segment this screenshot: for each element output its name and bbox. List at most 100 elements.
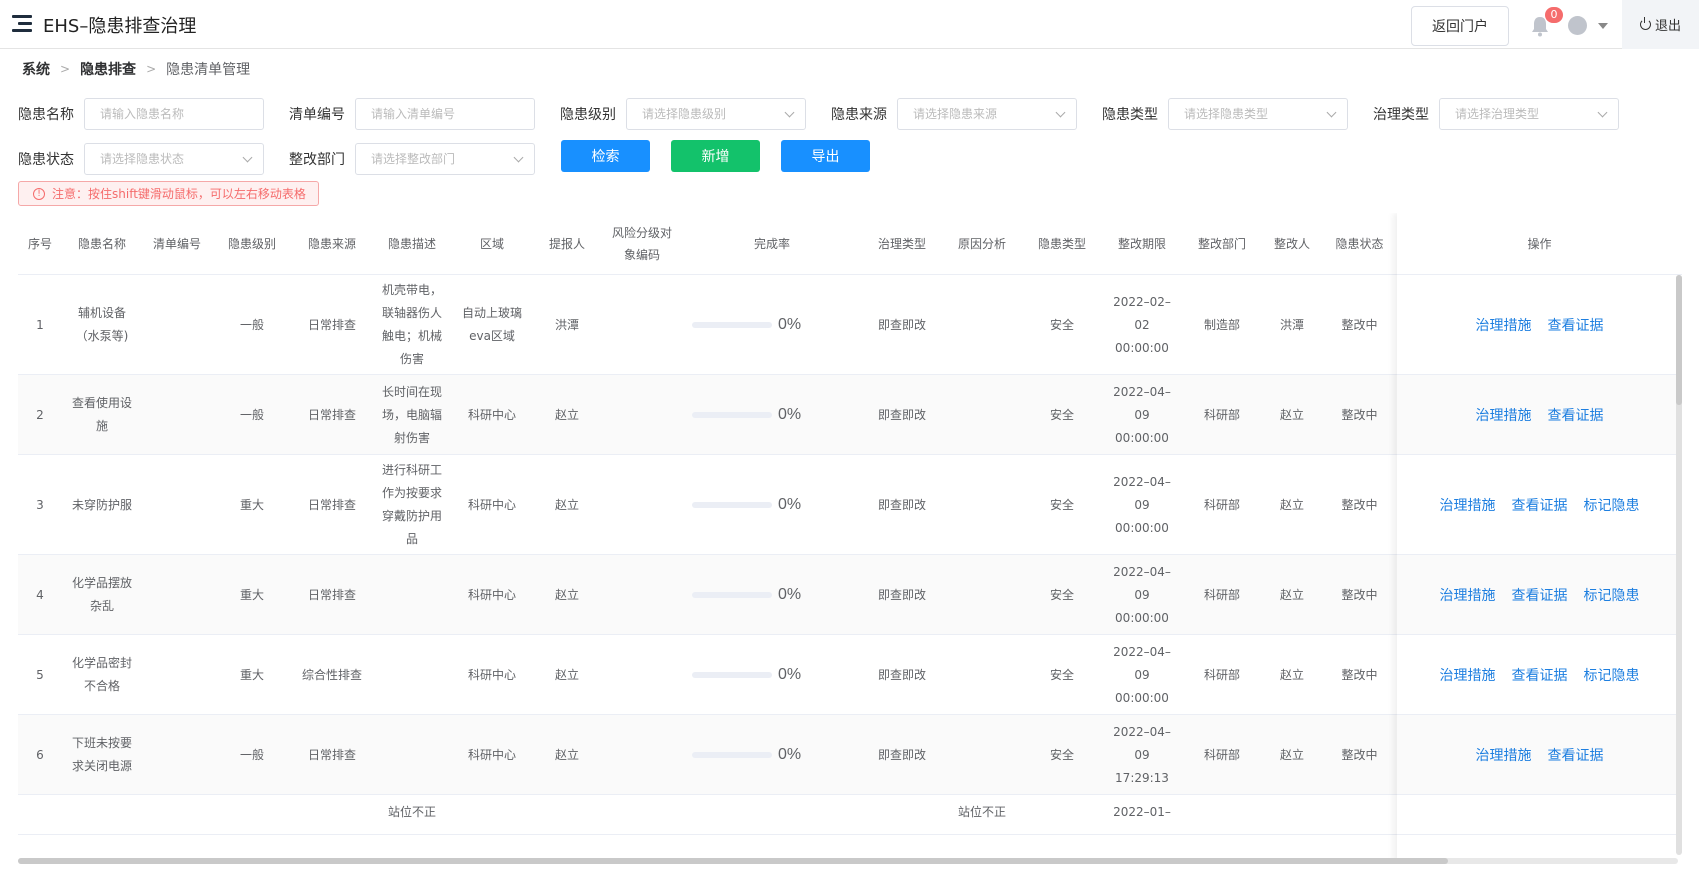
warning-icon: ! [33, 187, 45, 200]
chevron-down-icon [513, 152, 524, 163]
cell-area: 科研中心 [467, 497, 516, 512]
cell-person: 赵立 [1279, 587, 1304, 602]
add-button[interactable]: 新增 [671, 140, 760, 172]
column-header: 区域 [479, 237, 504, 251]
cell-level: 重大 [239, 667, 264, 682]
user-avatar-icon[interactable] [1568, 16, 1587, 35]
menu-toggle-icon[interactable] [12, 15, 32, 33]
logout-button[interactable]: 退出 [1622, 0, 1699, 49]
governance-type-placeholder: 请选择治理类型 [1455, 107, 1540, 121]
hazard-status-placeholder: 请选择隐患状态 [100, 152, 185, 166]
cell-code [602, 555, 682, 635]
column-header: 清单编号 [152, 237, 201, 251]
completion-progress: 0% [692, 555, 801, 635]
list-number-input[interactable]: 请输入清单编号 [355, 98, 535, 130]
cell-person: 赵立 [1279, 407, 1304, 422]
cell-deadline: 2022–01– [1113, 805, 1171, 819]
hazard-status-select[interactable]: 请选择隐患状态 [84, 143, 264, 175]
notice-text: 注意：按住shift键滑动鼠标，可以左右移动表格 [52, 187, 306, 201]
return-portal-button[interactable]: 返回门户 [1411, 6, 1509, 46]
cell-code [602, 375, 682, 455]
cell-level: 重大 [239, 497, 264, 512]
progress-bar [692, 752, 772, 758]
cell-no: 2 [36, 407, 44, 422]
cell-status: 整改中 [1341, 317, 1378, 332]
power-icon [1639, 17, 1651, 30]
cell-source: 日常排查 [307, 587, 356, 602]
cell-cause [942, 715, 1022, 795]
cell-level [212, 795, 292, 835]
hazard-type-placeholder: 请选择隐患类型 [1184, 107, 1269, 121]
cell-deadline: 2022–04–09 00:00:00 [1113, 644, 1171, 705]
cell-status: 整改中 [1341, 587, 1378, 602]
cell-type: 安全 [1049, 747, 1074, 762]
cell-person: 赵立 [1279, 667, 1304, 682]
column-header: 隐患描述 [387, 237, 436, 251]
vertical-scrollbar[interactable] [1676, 275, 1682, 855]
cell-list-no [142, 555, 212, 635]
column-header: 完成率 [753, 237, 790, 251]
hazard-name-input[interactable]: 请输入隐患名称 [84, 98, 264, 130]
cell-reporter: 赵立 [554, 407, 579, 422]
cell-status: 整改中 [1341, 407, 1378, 422]
cell-reporter: 赵立 [554, 587, 579, 602]
chevron-down-icon[interactable] [1598, 23, 1608, 29]
progress-bar [692, 412, 772, 418]
cell-gov: 即查即改 [877, 667, 926, 682]
hazard-level-select[interactable]: 请选择隐患级别 [626, 98, 806, 130]
breadcrumb-current: 隐患清单管理 [166, 62, 251, 78]
chevron-down-icon [1326, 107, 1337, 118]
column-header: 整改人 [1273, 237, 1310, 251]
cell-name: 化学品摆放杂乱 [71, 576, 132, 613]
cell-cause [942, 275, 1022, 375]
cell-cause: 站位不正 [957, 805, 1006, 819]
cell-desc [372, 635, 452, 715]
cell-dept: 科研部 [1203, 747, 1240, 762]
cell-list-no [142, 715, 212, 795]
cell-person [1262, 795, 1322, 835]
chevron-right-icon: > [146, 62, 157, 76]
progress-text: 0% [778, 496, 802, 513]
progress-text: 0% [778, 666, 802, 683]
cell-list-no [142, 375, 212, 455]
cell-no [18, 795, 62, 835]
chevron-down-icon [1597, 107, 1608, 118]
progress-text: 0% [778, 406, 802, 423]
cell-type: 安全 [1049, 317, 1074, 332]
cell-status: 整改中 [1341, 667, 1378, 682]
cell-desc: 站位不正 [387, 805, 436, 819]
filter-status-label: 隐患状态 [18, 152, 74, 168]
hazard-type-select[interactable]: 请选择隐患类型 [1168, 98, 1348, 130]
cell-dept [1182, 795, 1262, 835]
cell-status: 整改中 [1341, 747, 1378, 762]
cell-gov [862, 795, 942, 835]
breadcrumb-item[interactable]: 隐患排查 [80, 59, 136, 79]
hazard-level-placeholder: 请选择隐患级别 [642, 107, 727, 121]
governance-type-select[interactable]: 请选择治理类型 [1439, 98, 1619, 130]
cell-desc: 长时间在现场，电脑辐射伤害 [381, 384, 442, 445]
cell-level: 一般 [239, 407, 264, 422]
logout-label: 退出 [1654, 19, 1681, 34]
cell-name: 未穿防护服 [71, 497, 132, 512]
cell-code [602, 635, 682, 715]
export-button[interactable]: 导出 [781, 140, 870, 172]
cell-desc: 机壳带电，联轴器伤人触电；机械伤害 [381, 283, 442, 366]
search-button[interactable]: 检索 [561, 140, 650, 172]
cell-desc: 进行科研工作为按要求穿戴防护用品 [381, 463, 442, 546]
rectify-dept-select[interactable]: 请选择整改部门 [355, 143, 535, 175]
breadcrumb-item[interactable]: 系统 [22, 59, 50, 79]
chevron-down-icon [784, 107, 795, 118]
vertical-scroll-thumb[interactable] [1676, 275, 1682, 405]
cell-source: 日常排查 [307, 407, 356, 422]
chevron-down-icon [242, 152, 253, 163]
cell-reporter: 洪潭 [554, 317, 579, 332]
cell-gov: 即查即改 [877, 747, 926, 762]
completion-progress: 0% [692, 275, 801, 375]
progress-bar [692, 592, 772, 598]
progress-text: 0% [778, 316, 802, 333]
cell-dept: 科研部 [1203, 587, 1240, 602]
hazard-source-select[interactable]: 请选择隐患来源 [897, 98, 1077, 130]
horizontal-scroll-thumb[interactable] [18, 858, 1448, 864]
hazard-source-placeholder: 请选择隐患来源 [913, 107, 998, 121]
horizontal-scrollbar[interactable] [18, 858, 1678, 864]
